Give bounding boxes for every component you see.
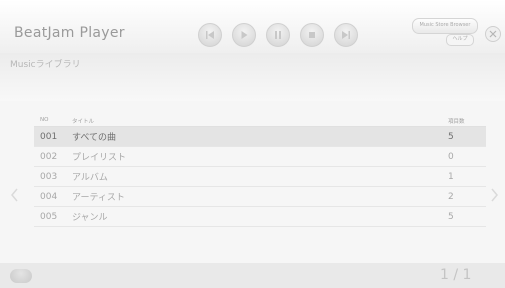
- table-header: NO タイトル 項目数: [34, 117, 486, 127]
- table-row[interactable]: 003 アルバム 1: [34, 167, 486, 187]
- table-row[interactable]: 001 すべての曲 5: [34, 127, 486, 147]
- row-no: 001: [40, 131, 58, 142]
- row-title: すべての曲: [72, 133, 117, 143]
- footer-bar: 1 / 1: [0, 263, 505, 288]
- row-title: ジャンル: [72, 213, 108, 223]
- page-indicator: 1 / 1: [440, 267, 472, 283]
- chevron-right-icon: [491, 188, 498, 202]
- player-window: BeatJam Player Music Store Browser ヘルプ M…: [0, 0, 505, 288]
- previous-page-arrow[interactable]: [8, 183, 22, 207]
- next-button[interactable]: [334, 23, 358, 47]
- column-header-no[interactable]: NO: [34, 117, 68, 126]
- app-title: BeatJam Player: [14, 25, 125, 41]
- row-title: アルバム: [72, 173, 108, 183]
- next-icon: [342, 31, 350, 39]
- previous-icon: [206, 31, 214, 39]
- table-row[interactable]: 005 ジャンル 5: [34, 207, 486, 227]
- row-no: 005: [40, 211, 58, 222]
- row-no: 003: [40, 171, 58, 182]
- column-header-count[interactable]: 項目数: [448, 117, 486, 126]
- play-button[interactable]: [232, 23, 256, 47]
- row-count: 0: [448, 151, 454, 162]
- library-table: NO タイトル 項目数 001 すべての曲 5 002 プレイリスト 0 003…: [34, 117, 486, 227]
- pause-icon: [275, 31, 281, 39]
- row-title: プレイリスト: [72, 153, 127, 163]
- row-no: 004: [40, 191, 58, 202]
- section-title: Musicライブラリ: [10, 60, 81, 70]
- row-count: 2: [448, 191, 454, 202]
- table-row[interactable]: 002 プレイリスト 0: [34, 147, 486, 167]
- column-header-title[interactable]: タイトル: [68, 117, 448, 126]
- close-button[interactable]: [485, 26, 501, 42]
- music-store-browser-button[interactable]: Music Store Browser: [412, 18, 478, 34]
- previous-button[interactable]: [198, 23, 222, 47]
- library-header: Musicライブラリ: [0, 53, 505, 101]
- table-row[interactable]: 004 アーティスト 2: [34, 187, 486, 207]
- row-title: アーティスト: [72, 193, 125, 203]
- close-icon: [489, 30, 497, 38]
- row-count: 5: [448, 131, 454, 142]
- pause-button[interactable]: [266, 23, 290, 47]
- row-count: 5: [448, 211, 454, 222]
- stop-icon: [309, 32, 315, 38]
- chevron-left-icon: [11, 188, 18, 202]
- play-icon: [241, 31, 248, 39]
- menu-button[interactable]: [10, 269, 32, 283]
- row-count: 1: [448, 171, 454, 182]
- next-page-arrow[interactable]: [487, 183, 501, 207]
- stop-button[interactable]: [300, 23, 324, 47]
- transport-controls: [198, 23, 358, 47]
- row-no: 002: [40, 151, 58, 162]
- help-button[interactable]: ヘルプ: [446, 34, 474, 46]
